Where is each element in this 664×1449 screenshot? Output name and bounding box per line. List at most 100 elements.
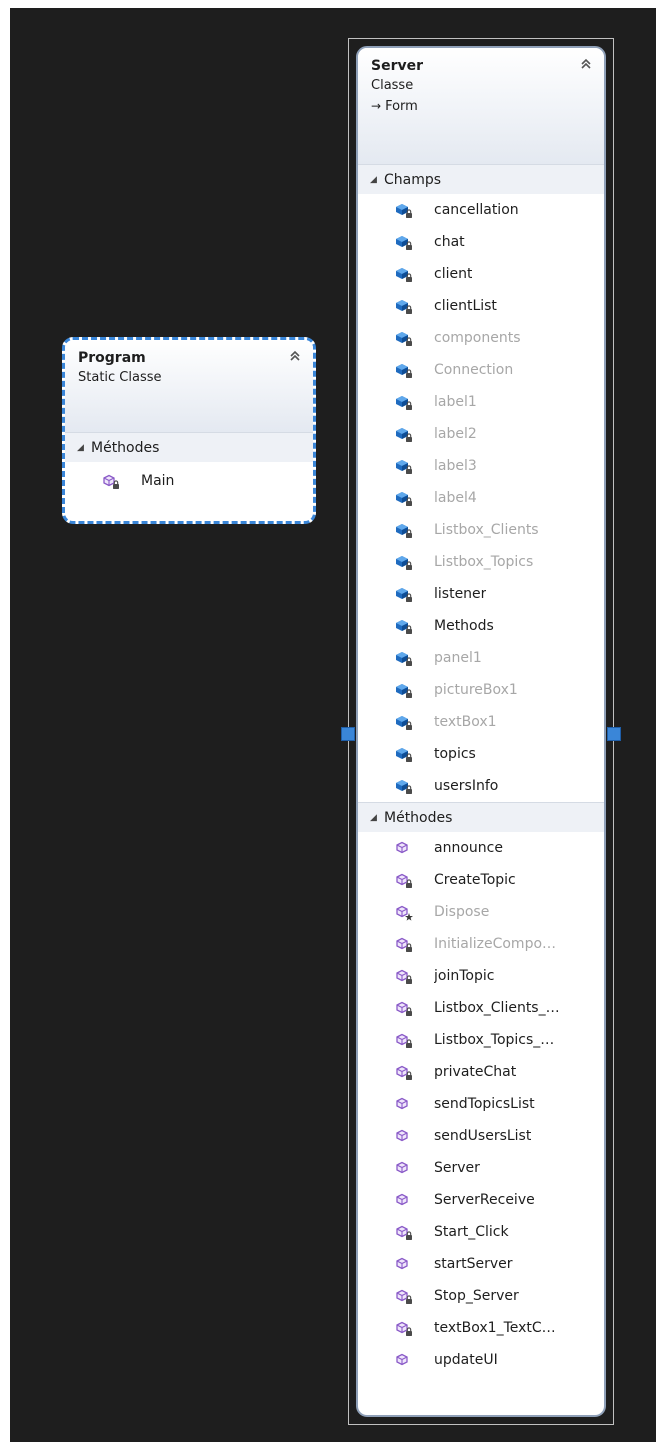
field-cube-icon — [394, 584, 414, 604]
compartment-header-methods[interactable]: ◢ Méthodes — [358, 802, 604, 832]
method-item[interactable]: joinTopic — [358, 960, 604, 992]
member-label: announce — [434, 840, 503, 856]
field-item[interactable]: client — [358, 258, 604, 290]
method-item[interactable]: InitializeCompo… — [358, 928, 604, 960]
field-item[interactable]: Listbox_Topics — [358, 546, 604, 578]
field-item[interactable]: clientList — [358, 290, 604, 322]
field-item[interactable]: listener — [358, 578, 604, 610]
method-item[interactable]: announce — [358, 832, 604, 864]
field-item[interactable]: label2 — [358, 418, 604, 450]
double-chevron-up-icon[interactable] — [578, 56, 594, 72]
triangle-expanded-icon[interactable]: ◢ — [370, 175, 384, 185]
field-item[interactable]: topics — [358, 738, 604, 770]
member-label: usersInfo — [434, 778, 499, 794]
member-label: sendTopicsList — [434, 1096, 535, 1112]
base-class: → Form — [371, 96, 592, 117]
server-compartments: ◢ Champs cancellation chat client clientList c… — [358, 164, 604, 1376]
field-cube-icon — [394, 648, 414, 668]
compartment-title: Champs — [384, 171, 442, 188]
field-item[interactable]: chat — [358, 226, 604, 258]
member-label: Server — [434, 1160, 480, 1176]
member-label: textBox1_TextC… — [434, 1320, 556, 1336]
method-cube-icon — [394, 1190, 414, 1210]
field-cube-icon — [394, 488, 414, 508]
method-item[interactable]: CreateTopic — [358, 864, 604, 896]
field-item[interactable]: panel1 — [358, 642, 604, 674]
field-cube-icon — [394, 232, 414, 252]
member-list: cancellation chat client clientList componen… — [358, 194, 604, 802]
member-label: updateUI — [434, 1352, 498, 1368]
member-label: client — [434, 266, 473, 282]
triangle-expanded-icon[interactable]: ◢ — [77, 443, 91, 453]
member-label: label1 — [434, 394, 477, 410]
field-cube-icon — [394, 744, 414, 764]
double-chevron-up-icon[interactable] — [287, 348, 303, 364]
field-item[interactable]: Listbox_Clients — [358, 514, 604, 546]
field-item[interactable]: label3 — [358, 450, 604, 482]
member-label: label2 — [434, 426, 477, 442]
server-class-shape[interactable]: Server Classe → Form ◢ Champs cancellation c… — [356, 46, 606, 1417]
field-item[interactable]: textBox1 — [358, 706, 604, 738]
method-item[interactable]: ServerReceive — [358, 1184, 604, 1216]
member-label: Listbox_Clients_… — [434, 1000, 560, 1016]
method-cube-icon — [394, 1094, 414, 1114]
field-item[interactable]: label4 — [358, 482, 604, 514]
program-class-header[interactable]: Program Static Classe — [65, 340, 313, 432]
field-item[interactable]: cancellation — [358, 194, 604, 226]
method-cube-icon — [394, 966, 414, 986]
member-label: Connection — [434, 362, 514, 378]
field-item[interactable]: components — [358, 322, 604, 354]
field-item[interactable]: usersInfo — [358, 770, 604, 802]
method-cube-icon — [394, 1254, 414, 1274]
method-item[interactable]: textBox1_TextC… — [358, 1312, 604, 1344]
member-label: joinTopic — [434, 968, 495, 984]
member-label: Listbox_Topics_… — [434, 1032, 555, 1048]
field-cube-icon — [394, 392, 414, 412]
member-label: privateChat — [434, 1064, 517, 1080]
member-label: Methods — [434, 618, 494, 634]
member-label: cancellation — [434, 202, 519, 218]
method-item[interactable]: Listbox_Clients_… — [358, 992, 604, 1024]
method-cube-icon — [101, 471, 121, 491]
method-item[interactable]: Server — [358, 1152, 604, 1184]
class-kind: Classe — [371, 78, 414, 93]
method-item[interactable]: updateUI — [358, 1344, 604, 1376]
program-class-shape[interactable]: Program Static Classe ◢ Méthodes Main — [62, 337, 316, 524]
method-item[interactable]: sendTopicsList — [358, 1088, 604, 1120]
member-label: Listbox_Topics — [434, 554, 534, 570]
field-cube-icon — [394, 520, 414, 540]
method-item[interactable]: sendUsersList — [358, 1120, 604, 1152]
method-item[interactable]: Main — [65, 462, 313, 500]
compartment-header-fields[interactable]: ◢ Champs — [358, 164, 604, 194]
class-kind: Static Classe — [78, 370, 162, 385]
resize-handle-right[interactable] — [607, 727, 621, 741]
member-label: InitializeCompo… — [434, 936, 557, 952]
field-item[interactable]: pictureBox1 — [358, 674, 604, 706]
member-label: Dispose — [434, 904, 490, 920]
field-item[interactable]: label1 — [358, 386, 604, 418]
method-cube-icon — [394, 1222, 414, 1242]
member-label: label3 — [434, 458, 477, 474]
method-item[interactable]: Stop_Server — [358, 1280, 604, 1312]
method-item[interactable]: Start_Click — [358, 1216, 604, 1248]
method-item[interactable]: Listbox_Topics_… — [358, 1024, 604, 1056]
method-cube-icon — [394, 870, 414, 890]
member-label: topics — [434, 746, 476, 762]
class-name: Server — [371, 58, 424, 74]
field-cube-icon — [394, 680, 414, 700]
member-label: pictureBox1 — [434, 682, 518, 698]
field-item[interactable]: Connection — [358, 354, 604, 386]
method-item[interactable]: Dispose — [358, 896, 604, 928]
triangle-expanded-icon[interactable]: ◢ — [370, 813, 384, 823]
field-cube-icon — [394, 776, 414, 796]
method-item[interactable]: privateChat — [358, 1056, 604, 1088]
compartment-header-methods[interactable]: ◢ Méthodes — [65, 432, 313, 462]
server-class-header[interactable]: Server Classe → Form — [358, 48, 604, 164]
field-cube-icon — [394, 616, 414, 636]
resize-handle-left[interactable] — [341, 727, 355, 741]
field-item[interactable]: Methods — [358, 610, 604, 642]
field-cube-icon — [394, 264, 414, 284]
method-item[interactable]: startServer — [358, 1248, 604, 1280]
class-name: Program — [78, 350, 146, 366]
member-label: CreateTopic — [434, 872, 516, 888]
